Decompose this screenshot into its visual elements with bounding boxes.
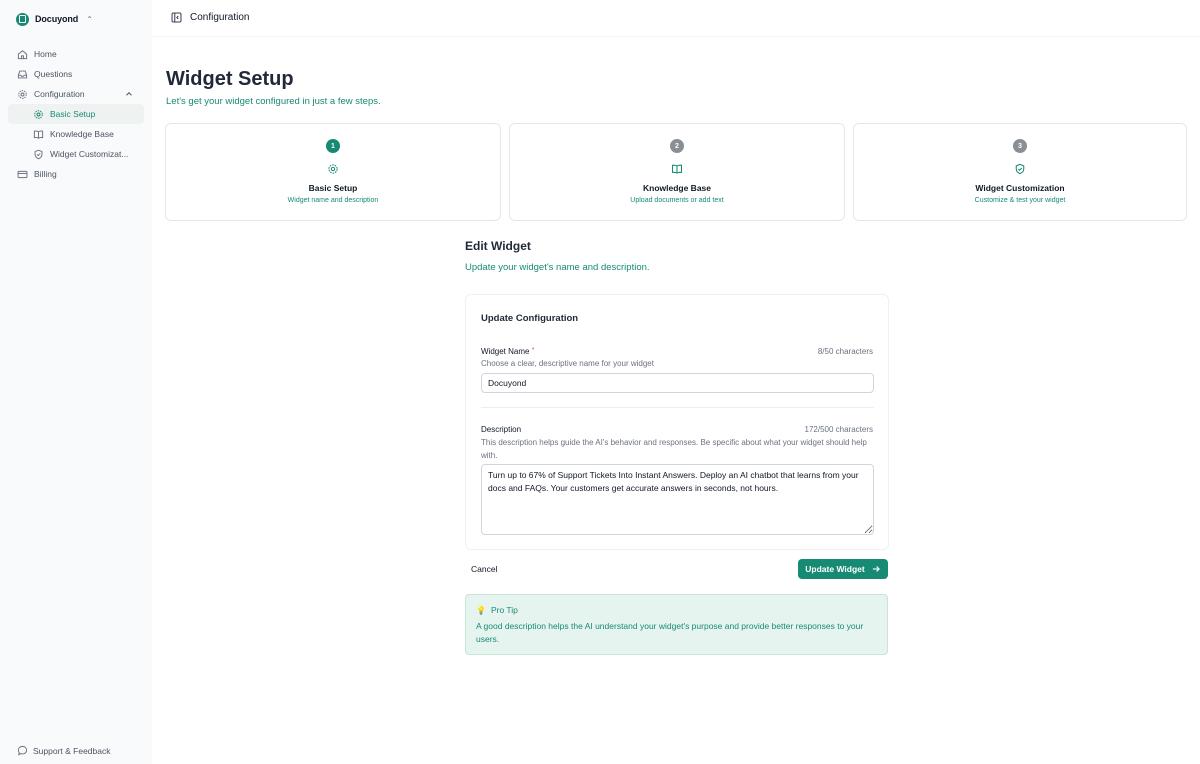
step-knowledge-base[interactable]: 2 Knowledge Base Upload documents or add… [509,123,845,221]
sidebar-item-label: Billing [34,169,57,179]
divider [481,407,874,408]
step-description: Customize & test your widget [974,197,1066,204]
gear-icon [17,89,28,100]
description-char-count: 172/500 characters [804,425,874,434]
shield-check-icon [1014,162,1026,175]
shield-icon [33,149,44,160]
sidebar-item-billing[interactable]: Billing [8,164,144,184]
description-textarea[interactable]: Turn up to 67% of Support Tickets Into I… [481,464,874,535]
card-title: Update Configuration [481,313,579,324]
setup-steps: 1 Basic Setup Widget name and descriptio… [165,123,1187,221]
update-widget-button[interactable]: Update Widget [798,559,888,579]
step-title: Knowledge Base [642,183,712,193]
support-feedback-link[interactable]: Support & Feedback [17,745,111,756]
update-widget-label: Update Widget [805,564,865,574]
widget-name-help: Choose a clear, descriptive name for you… [481,359,654,368]
sidebar-item-label: Basic Setup [50,109,96,119]
chevron-up-icon[interactable] [124,89,134,99]
gear-icon [327,162,339,174]
chat-bubble-icon [17,745,28,756]
inbox-icon [17,69,28,80]
step-number: 3 [1013,139,1027,153]
sidebar-item-label: Widget Customizat... [50,149,129,159]
widget-name-label-text: Widget Name [481,347,530,356]
page-title: Widget Setup [166,68,294,90]
edit-widget-subtitle: Update your widget's name and descriptio… [465,262,650,273]
sidebar-nav: Home Questions Configuration Basic Setup [8,44,144,184]
page-subtitle: Let's get your widget configured in just… [166,96,381,107]
sidebar-item-label: Knowledge Base [50,129,114,139]
step-number: 2 [670,139,684,153]
pro-tip-text: A good description helps the AI understa… [476,621,864,644]
topbar: Configuration [152,0,1200,37]
step-description: Upload documents or add text [630,197,724,204]
step-description: Widget name and description [287,197,379,204]
step-title: Basic Setup [308,183,358,193]
cancel-button[interactable]: Cancel [471,564,497,574]
brand-name: Docuyond [35,14,79,24]
support-label: Support & Feedback [33,745,111,756]
widget-name-char-count: 8/50 characters [817,347,873,356]
sidebar-item-home[interactable]: Home [8,44,144,64]
workspace-switcher[interactable]: Docuyond ⌃ [16,11,93,27]
edit-widget-title: Edit Widget [465,239,531,253]
step-widget-customization[interactable]: 3 Widget Customization Customize & test … [853,123,1187,221]
arrow-right-icon [872,566,880,572]
book-icon [671,162,683,174]
sidebar-item-label: Questions [34,69,73,79]
sidebar-item-widget-customization[interactable]: Widget Customizat... [8,144,144,164]
step-basic-setup[interactable]: 1 Basic Setup Widget name and descriptio… [165,123,501,221]
gear-icon [33,109,44,120]
sidebar: Docuyond ⌃ Home Questions Configuration [0,0,152,764]
step-title: Widget Customization [975,183,1065,193]
sidebar-item-basic-setup[interactable]: Basic Setup [8,104,144,124]
widget-name-input[interactable] [481,373,874,393]
description-help: This description helps guide the AI's be… [481,438,867,460]
update-configuration-card: Update Configuration Widget Name * 8/50 … [465,294,889,550]
sidebar-item-configuration[interactable]: Configuration [8,84,144,104]
sidebar-item-knowledge-base[interactable]: Knowledge Base [8,124,144,144]
home-icon [17,49,28,60]
pro-tip-header: 💡 Pro Tip [476,605,518,615]
pro-tip-title: Pro Tip [490,605,518,615]
lightbulb-icon: 💡 [476,605,486,615]
book-icon [33,129,44,140]
sidebar-item-label: Configuration [34,89,85,99]
sidebar-item-label: Home [34,49,57,59]
breadcrumb: Configuration [190,12,250,23]
card-icon [17,169,28,180]
description-label: Description [481,425,522,434]
pro-tip: 💡 Pro Tip A good description helps the A… [465,594,888,655]
step-number: 1 [326,139,340,153]
logo-icon [16,12,29,26]
widget-name-label: Widget Name * [481,347,534,356]
sidebar-toggle-icon[interactable] [171,12,182,23]
required-marker: * [531,347,535,354]
sidebar-item-questions[interactable]: Questions [8,64,144,84]
chevron-updown-icon: ⌃ [86,14,93,24]
